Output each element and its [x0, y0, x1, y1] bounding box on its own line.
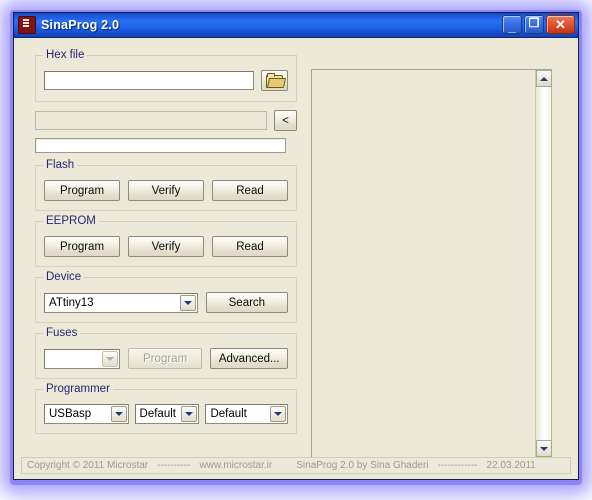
- eeprom-button-row: Program Verify Read: [44, 236, 288, 257]
- back-button[interactable]: <: [274, 110, 297, 131]
- secondary-path-field[interactable]: [35, 111, 267, 130]
- device-group: Device ATtiny13 Search: [35, 271, 297, 323]
- programmer-interface-select[interactable]: USBasp: [44, 404, 129, 424]
- chevron-down-icon[interactable]: [181, 406, 198, 422]
- hex-file-group-label: Hex file: [43, 49, 88, 61]
- programmer-speed-select[interactable]: Default: [205, 404, 288, 424]
- device-group-label: Device: [43, 271, 85, 283]
- footer-dashes-2: ------------: [437, 460, 478, 471]
- browse-hex-file-button[interactable]: [261, 70, 288, 91]
- open-folder-icon: [266, 73, 287, 88]
- programmer-interface-value: USBasp: [49, 408, 92, 420]
- release-date: 22.03.2011: [486, 460, 536, 471]
- fuses-program-button[interactable]: Program: [127, 348, 203, 369]
- programmer-port-select[interactable]: Default: [134, 404, 200, 424]
- log-scrollbar[interactable]: [535, 70, 552, 457]
- log-output-panel[interactable]: [311, 69, 552, 458]
- fuses-group: Fuses Program Advanced...: [35, 327, 297, 379]
- log-output-text: [312, 70, 551, 76]
- application-window: SinaProg 2.0 _ ❐ ✕ Hex file < Flash Prog…: [13, 12, 579, 480]
- scrollbar-track[interactable]: [536, 87, 551, 440]
- minimize-button[interactable]: _: [502, 15, 522, 34]
- close-icon: ✕: [555, 17, 566, 32]
- progress-bar: [35, 138, 286, 153]
- eeprom-group-label: EEPROM: [43, 215, 99, 227]
- eeprom-program-button[interactable]: Program: [44, 236, 120, 257]
- device-search-button[interactable]: Search: [205, 292, 288, 313]
- fuses-select[interactable]: [44, 348, 120, 369]
- device-select-value: ATtiny13: [49, 296, 94, 309]
- flash-verify-button[interactable]: Verify: [128, 180, 204, 201]
- credit-text: SinaProg 2.0 by Sina Ghaderi: [296, 460, 429, 471]
- sinaprog-icon: [18, 16, 36, 34]
- chevron-down-icon: [540, 446, 548, 451]
- scroll-up-button[interactable]: [536, 70, 552, 87]
- copyright-text: Copyright © 2011 Microstar: [27, 460, 149, 471]
- hex-file-group: Hex file: [35, 49, 297, 102]
- window-title: SinaProg 2.0: [41, 18, 120, 32]
- chevron-down-icon[interactable]: [179, 294, 196, 311]
- screenshot-root: SinaProg 2.0 _ ❐ ✕ Hex file < Flash Prog…: [0, 0, 592, 500]
- chevron-down-icon[interactable]: [270, 406, 286, 422]
- chevron-down-icon[interactable]: [101, 350, 118, 367]
- window-controls: _ ❐ ✕: [502, 15, 575, 34]
- eeprom-read-button[interactable]: Read: [212, 236, 288, 257]
- minimize-icon: _: [508, 19, 516, 34]
- fuses-group-label: Fuses: [43, 327, 81, 339]
- device-select[interactable]: ATtiny13: [44, 292, 198, 313]
- programmer-speed-value: Default: [210, 408, 247, 420]
- back-button-label: <: [282, 114, 289, 127]
- maximize-icon: ❐: [528, 16, 540, 30]
- flash-button-row: Program Verify Read: [44, 180, 288, 201]
- flash-group-label: Flash: [43, 159, 78, 171]
- eeprom-group: EEPROM Program Verify Read: [35, 215, 297, 267]
- close-button[interactable]: ✕: [546, 15, 575, 34]
- left-column: Hex file < Flash Program Verify Read EEP…: [35, 49, 297, 434]
- programmer-port-value: Default: [139, 408, 176, 420]
- hex-file-path-input[interactable]: [44, 71, 254, 90]
- fuses-advanced-button[interactable]: Advanced...: [210, 348, 289, 369]
- chevron-up-icon: [540, 76, 548, 81]
- flash-group: Flash Program Verify Read: [35, 159, 297, 211]
- footer-dashes-1: ----------: [157, 460, 191, 471]
- scroll-down-button[interactable]: [536, 440, 552, 457]
- programmer-group: Programmer USBasp Default Default: [35, 383, 297, 434]
- title-bar: SinaProg 2.0 _ ❐ ✕: [14, 13, 578, 38]
- client-area: Hex file < Flash Program Verify Read EEP…: [14, 38, 578, 479]
- website-link[interactable]: www.microstar.ir: [199, 460, 272, 471]
- secondary-field-row: <: [35, 110, 297, 131]
- flash-read-button[interactable]: Read: [212, 180, 288, 201]
- maximize-button[interactable]: ❐: [524, 15, 544, 34]
- chevron-down-icon[interactable]: [110, 406, 127, 422]
- eeprom-verify-button[interactable]: Verify: [128, 236, 204, 257]
- status-bar: Copyright © 2011 Microstar ---------- ww…: [21, 457, 571, 474]
- programmer-group-label: Programmer: [43, 383, 113, 395]
- flash-program-button[interactable]: Program: [44, 180, 120, 201]
